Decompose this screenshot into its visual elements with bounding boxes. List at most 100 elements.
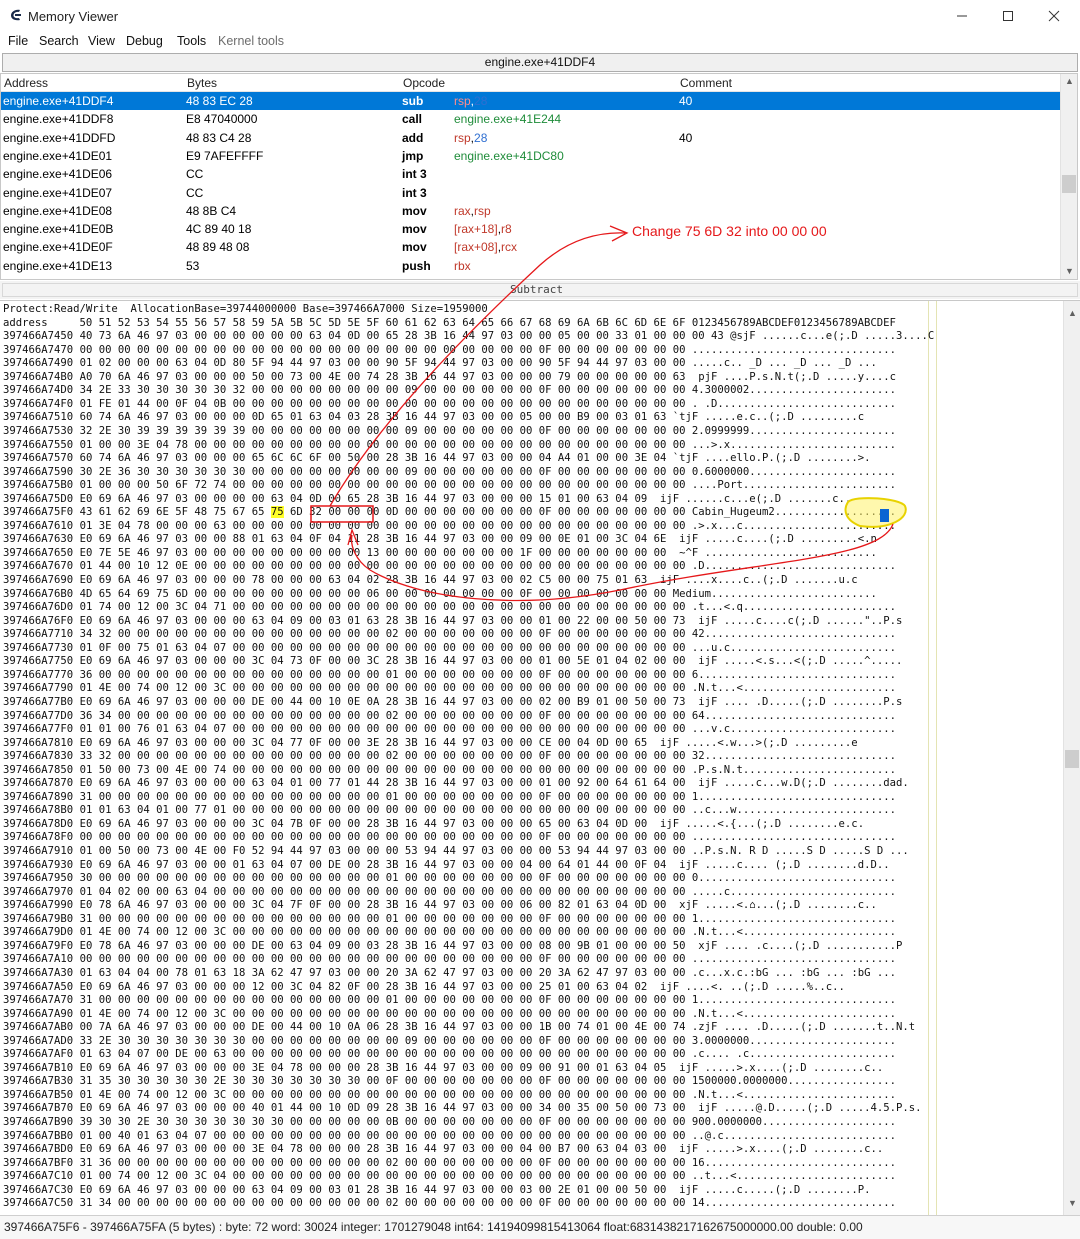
hex-row[interactable]: 397466A7610 01 3E 04 78 00 00 00 63 00 0… xyxy=(3,520,896,534)
panel-splitter[interactable]: Subtract xyxy=(0,281,1080,299)
hex-row[interactable]: 397466A7810 E0 69 6A 46 97 03 00 00 00 3… xyxy=(3,737,858,751)
hex-row[interactable]: 397466A7710 34 32 00 00 00 00 00 00 00 0… xyxy=(3,628,896,642)
hex-row[interactable]: 397466A7470 00 00 00 00 00 00 00 00 00 0… xyxy=(3,344,896,358)
hex-row[interactable]: 397466A77D0 36 34 00 00 00 00 00 00 00 0… xyxy=(3,710,896,724)
disassembler-row[interactable]: engine.exe+41DE07 CC int 3 xyxy=(1,184,1061,202)
hex-row[interactable]: 397466A7850 01 50 00 73 00 4E 00 74 00 0… xyxy=(3,764,896,778)
hex-row[interactable]: 397466A7550 01 00 00 3E 04 78 00 00 00 0… xyxy=(3,439,896,453)
column-bytes[interactable]: Bytes xyxy=(187,76,217,90)
hex-row[interactable]: 397466A79D0 01 4E 00 74 00 12 00 3C 00 0… xyxy=(3,926,896,940)
disassembler-row[interactable]: engine.exe+41DE06 CC int 3 xyxy=(1,165,1061,183)
hex-row[interactable]: 397466A7B30 31 35 30 30 30 30 30 2E 30 3… xyxy=(3,1075,896,1089)
hex-row[interactable]: 397466A7BF0 31 36 00 00 00 00 00 00 00 0… xyxy=(3,1157,896,1171)
hex-row[interactable]: 397466A74F0 01 FE 01 44 00 0F 04 0B 00 0… xyxy=(3,398,896,412)
menu-kernel-tools[interactable]: Kernel tools xyxy=(218,34,284,48)
hex-row[interactable]: 397466A78F0 00 00 00 00 00 00 00 00 00 0… xyxy=(3,831,896,845)
hex-row[interactable]: 397466A7A10 00 00 00 00 00 00 00 00 00 0… xyxy=(3,953,896,967)
close-button[interactable] xyxy=(1031,0,1077,32)
hex-row[interactable]: 397466A7B90 39 30 30 2E 30 30 30 30 30 3… xyxy=(3,1116,896,1130)
hex-row[interactable]: 397466A7950 30 00 00 00 00 00 00 00 00 0… xyxy=(3,872,896,886)
hex-row[interactable]: 397466A7A70 31 00 00 00 00 00 00 00 00 0… xyxy=(3,994,896,1008)
hex-row[interactable]: 397466A7790 01 4E 00 74 00 12 00 3C 00 0… xyxy=(3,682,896,696)
hex-row[interactable]: 397466A76B0 4D 65 64 69 75 6D 00 00 00 0… xyxy=(3,588,877,602)
hex-row[interactable]: 397466A7AD0 33 2E 30 30 30 30 30 30 30 0… xyxy=(3,1035,896,1049)
hex-row[interactable]: 397466A7C50 31 34 00 00 00 00 00 00 00 0… xyxy=(3,1197,896,1211)
disassembler-row[interactable]: engine.exe+41DE13 53 push rbx xyxy=(1,257,1061,275)
disassembler-row[interactable]: engine.exe+41DE0F 48 89 48 08 mov [rax+08],… xyxy=(1,238,1061,256)
hex-row[interactable]: 397466A7B10 E0 69 6A 46 97 03 00 00 00 3… xyxy=(3,1062,883,1076)
hex-row[interactable]: 397466A75B0 01 00 00 00 50 6F 72 74 00 0… xyxy=(3,479,896,493)
hex-row[interactable]: 397466A7BB0 01 00 40 01 63 04 07 00 00 0… xyxy=(3,1130,896,1144)
hex-row[interactable]: 397466A7C30 E0 69 6A 46 97 03 00 00 00 6… xyxy=(3,1184,870,1198)
disassembler-row[interactable]: engine.exe+41DDF8 E8 47040000 call engine.e… xyxy=(1,110,1061,128)
menu-view[interactable]: View xyxy=(88,34,115,48)
hex-row[interactable]: 397466A78B0 01 01 63 04 01 00 77 01 00 0… xyxy=(3,804,896,818)
menu-debug[interactable]: Debug xyxy=(126,34,163,48)
hex-row[interactable]: 397466A7650 E0 7E 5E 46 97 03 00 00 00 0… xyxy=(3,547,877,561)
hex-row[interactable]: 397466A7870 E0 69 6A 46 97 03 00 00 00 6… xyxy=(3,777,909,791)
disassembler-row[interactable]: engine.exe+41DDF4 48 83 EC 28 sub rsp,28 40 xyxy=(1,92,1061,110)
hex-row[interactable]: 397466A7A30 01 63 04 04 00 78 01 63 18 3… xyxy=(3,967,896,981)
hex-row[interactable]: 397466A7910 01 00 50 00 73 00 4E 00 F0 5… xyxy=(3,845,909,859)
hex-row[interactable]: 397466A7590 30 2E 36 30 30 30 30 30 30 0… xyxy=(3,466,896,480)
hex-row[interactable]: 397466A7B50 01 4E 00 74 00 12 00 3C 00 0… xyxy=(3,1089,896,1103)
hex-row[interactable]: 397466A7530 32 2E 30 39 39 39 39 39 39 0… xyxy=(3,425,896,439)
hex-row[interactable]: 397466A7930 E0 69 6A 46 97 03 00 00 01 6… xyxy=(3,859,890,873)
hex-row[interactable]: 397466A75F0 43 61 62 69 6E 5F 48 75 67 6… xyxy=(3,506,896,520)
scroll-down-icon[interactable]: ▼ xyxy=(1065,267,1074,276)
scroll-up-icon[interactable]: ▲ xyxy=(1065,77,1074,86)
hex-row[interactable]: 397466A7770 36 00 00 00 00 00 00 00 00 0… xyxy=(3,669,896,683)
hex-row[interactable]: 397466A7670 01 44 00 10 12 0E 00 00 00 0… xyxy=(3,560,896,574)
column-address[interactable]: Address xyxy=(4,76,48,90)
disassembler-row[interactable]: engine.exe+41DE08 48 8B C4 mov rax,rsp xyxy=(1,202,1061,220)
hex-byte-highlight[interactable]: 75 xyxy=(270,506,284,519)
hex-row[interactable]: 397466A7570 60 74 6A 46 97 03 00 00 00 6… xyxy=(3,452,870,466)
menu-search[interactable]: Search xyxy=(39,34,79,48)
hex-row[interactable]: 397466A7690 E0 69 6A 46 97 03 00 00 00 7… xyxy=(3,574,858,588)
hex-row[interactable]: 397466A74B0 A0 70 6A 46 97 03 00 00 00 5… xyxy=(3,371,896,385)
hex-row[interactable]: 397466A7A90 01 4E 00 74 00 12 00 3C 00 0… xyxy=(3,1008,896,1022)
hex-row[interactable]: 397466A79F0 E0 78 6A 46 97 03 00 00 00 D… xyxy=(3,940,902,954)
hex-row[interactable]: 397466A77B0 E0 69 6A 46 97 03 00 00 00 D… xyxy=(3,696,902,710)
disassembler-scroll-thumb[interactable] xyxy=(1062,175,1076,194)
hex-row[interactable]: 397466A79B0 31 00 00 00 00 00 00 00 00 0… xyxy=(3,913,896,927)
disassembler-row[interactable]: engine.exe+41DDFD 48 83 C4 28 add rsp,28 40 xyxy=(1,129,1061,147)
hex-row[interactable]: 397466A7510 60 74 6A 46 97 03 00 00 00 0… xyxy=(3,411,864,425)
hex-row[interactable]: 397466A7830 33 32 00 00 00 00 00 00 00 0… xyxy=(3,750,896,764)
hex-row[interactable]: 397466A7C10 01 00 74 00 12 00 3C 04 00 0… xyxy=(3,1170,896,1184)
disassembler-row[interactable]: engine.exe+41DE0B 4C 89 40 18 mov [rax+18],… xyxy=(1,220,1061,238)
hex-row[interactable]: 397466A78D0 E0 69 6A 46 97 03 00 00 00 3… xyxy=(3,818,864,832)
hex-row[interactable]: 397466A7BD0 E0 69 6A 46 97 03 00 00 00 3… xyxy=(3,1143,883,1157)
scroll-up-icon[interactable]: ▲ xyxy=(1068,309,1077,318)
menu-file[interactable]: File xyxy=(8,34,28,48)
hex-row[interactable]: 397466A7990 E0 78 6A 46 97 03 00 00 00 3… xyxy=(3,899,877,913)
hex-row[interactable]: 397466A77F0 01 01 00 76 01 63 04 07 00 0… xyxy=(3,723,896,737)
hex-row[interactable]: 397466A7A50 E0 69 6A 46 97 03 00 00 00 1… xyxy=(3,981,845,995)
maximize-button[interactable] xyxy=(985,0,1031,32)
hex-row[interactable]: 397466A76F0 E0 69 6A 46 97 03 00 00 00 6… xyxy=(3,615,902,629)
hex-view[interactable]: Protect:Read/Write AllocationBase=397440… xyxy=(0,300,1080,1215)
hex-row[interactable]: 397466A76D0 01 74 00 12 00 3C 04 71 00 0… xyxy=(3,601,896,615)
hex-row[interactable]: 397466A7750 E0 69 6A 46 97 03 00 00 00 3… xyxy=(3,655,902,669)
menu-tools[interactable]: Tools xyxy=(177,34,206,48)
disassembler-row[interactable]: engine.exe+41DE01 E9 7AFEFFFF jmp engine.ex… xyxy=(1,147,1061,165)
address-bar[interactable]: engine.exe+41DDF4 xyxy=(2,53,1078,72)
hex-row[interactable]: 397466A7490 01 02 00 00 00 63 04 0D 80 5… xyxy=(3,357,877,371)
hex-row[interactable]: 397466A7AF0 01 63 04 07 00 DE 00 63 00 0… xyxy=(3,1048,896,1062)
disassembler-scrollbar[interactable]: ▲ ▼ xyxy=(1060,74,1077,279)
hex-row[interactable]: 397466A7890 31 00 00 00 00 00 00 00 00 0… xyxy=(3,791,896,805)
hex-row[interactable]: 397466A74D0 34 2E 33 30 30 30 30 30 32 0… xyxy=(3,384,896,398)
hex-row[interactable]: 397466A75D0 E0 69 6A 46 97 03 00 00 00 0… xyxy=(3,493,851,507)
hex-scrollbar[interactable]: ▲ ▼ xyxy=(1063,301,1080,1215)
disassembler-view[interactable]: Address Bytes Opcode Comment engine.exe+… xyxy=(0,73,1078,280)
hex-row[interactable]: 397466A7B70 E0 69 6A 46 97 03 00 00 00 4… xyxy=(3,1102,921,1116)
column-comment[interactable]: Comment xyxy=(680,76,732,90)
hex-row[interactable]: 397466A7450 40 73 6A 46 97 03 00 00 00 0… xyxy=(3,330,934,344)
minimize-button[interactable] xyxy=(939,0,985,32)
hex-row[interactable]: 397466A7730 01 0F 00 75 01 63 04 07 00 0… xyxy=(3,642,896,656)
column-opcode[interactable]: Opcode xyxy=(403,76,445,90)
hex-scroll-thumb[interactable] xyxy=(1065,749,1079,768)
hex-row[interactable]: 397466A7970 01 04 02 00 00 63 04 00 00 0… xyxy=(3,886,896,900)
hex-row[interactable]: 397466A7630 E0 69 6A 46 97 03 00 00 88 0… xyxy=(3,533,877,547)
hex-row[interactable]: 397466A7AB0 00 7A 6A 46 97 03 00 00 00 D… xyxy=(3,1021,915,1035)
